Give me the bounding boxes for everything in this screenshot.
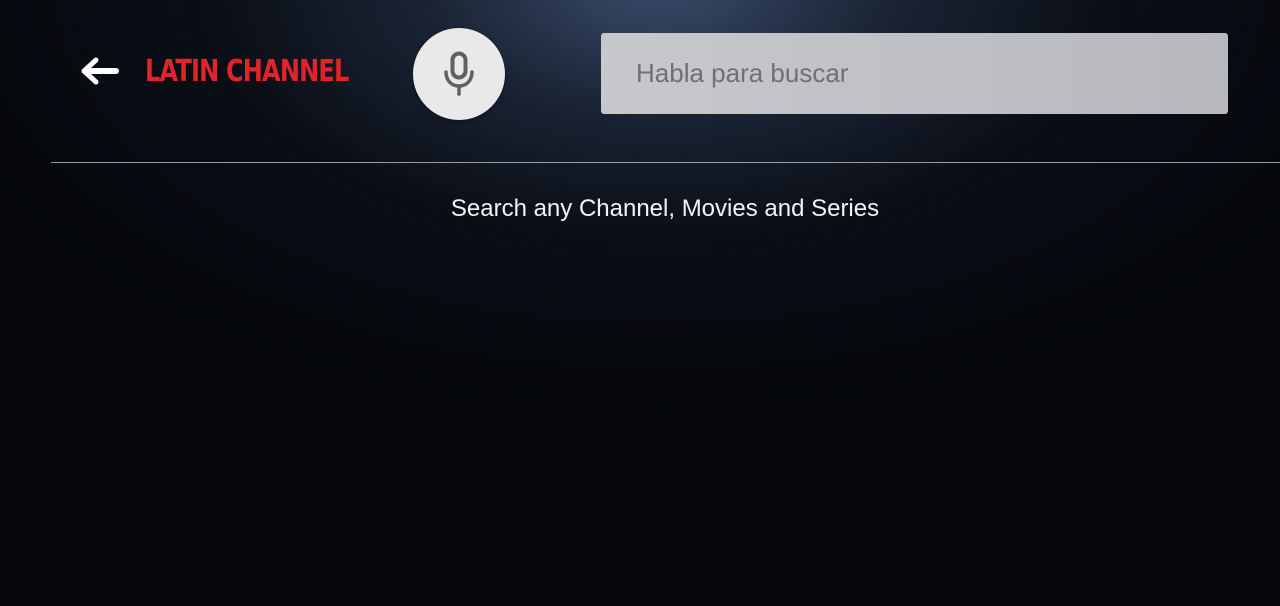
microphone-icon [444, 51, 474, 96]
search-input[interactable] [601, 33, 1228, 114]
search-hint-text: Search any Channel, Movies and Series [450, 195, 880, 222]
arrow-left-icon [81, 57, 119, 85]
header-divider [51, 162, 1280, 163]
search-screen: LATIN CHANNEL Search any Channel, Movies… [0, 0, 1280, 606]
back-button[interactable] [76, 50, 122, 92]
brand-logo: LATIN CHANNEL [145, 54, 349, 89]
voice-search-button[interactable] [413, 28, 505, 120]
